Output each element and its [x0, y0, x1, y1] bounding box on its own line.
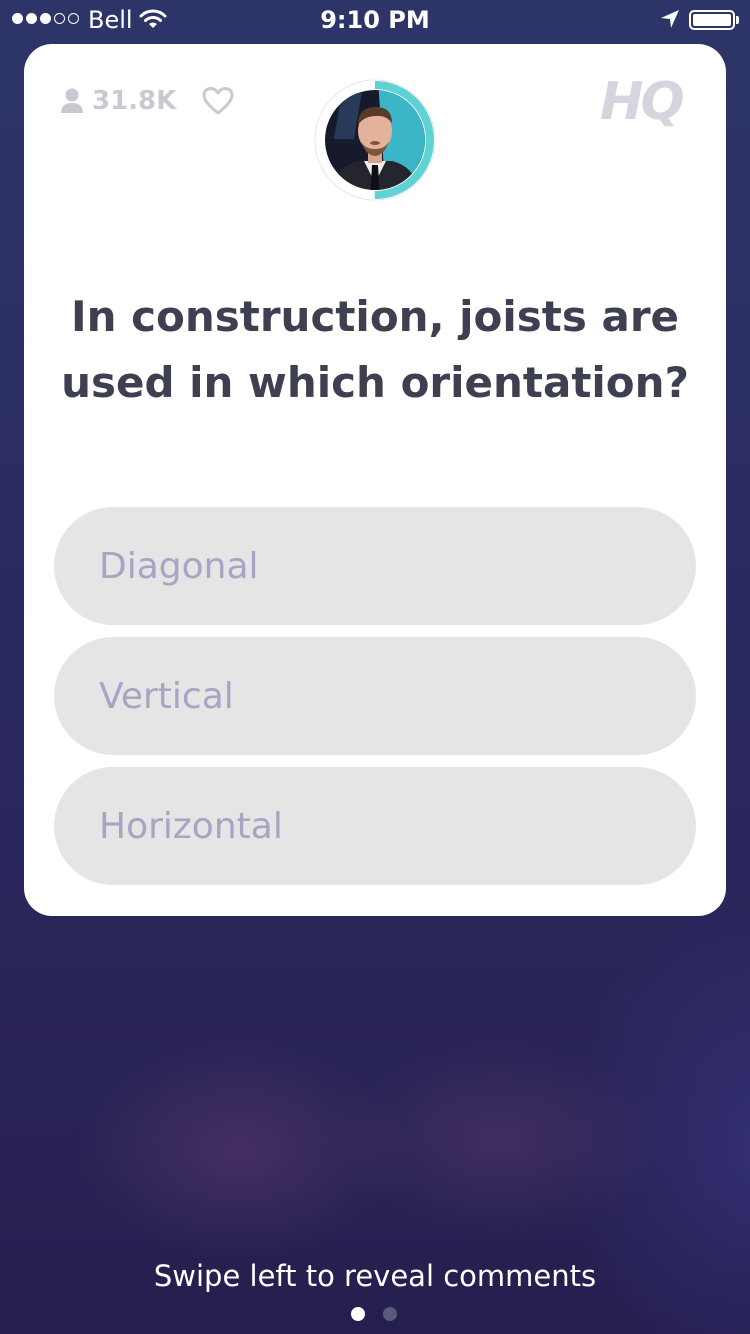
answer-option-vertical[interactable]: Vertical: [54, 637, 696, 755]
answer-option-diagonal[interactable]: Diagonal: [54, 507, 696, 625]
answer-label: Diagonal: [99, 545, 259, 587]
heart-icon[interactable]: [202, 86, 234, 116]
answer-label: Vertical: [99, 675, 234, 717]
answer-label: Horizontal: [99, 805, 283, 847]
status-time: 9:10 PM: [320, 6, 430, 34]
host-avatar: [314, 79, 436, 201]
battery-icon: [689, 10, 735, 30]
location-arrow-icon: [659, 8, 681, 34]
question-card: 31.8K HQ In construction, joists are use…: [24, 44, 726, 916]
answer-option-horizontal[interactable]: Horizontal: [54, 767, 696, 885]
viewer-count: 31.8K: [60, 84, 176, 118]
page-dot-questions[interactable]: [351, 1307, 365, 1321]
viewer-count-label: 31.8K: [92, 86, 177, 116]
question-text: In construction, joists are used in whic…: [61, 292, 689, 407]
page-indicator[interactable]: [351, 1307, 397, 1321]
hq-logo: HQ: [600, 72, 685, 132]
page-dot-comments[interactable]: [383, 1307, 397, 1321]
battery-level: [693, 14, 731, 26]
user-icon: [61, 88, 83, 113]
battery-tip: [736, 16, 739, 24]
status-bar: Bell 9:10 PM: [0, 0, 750, 40]
swipe-hint: Swipe left to reveal comments: [153, 1259, 597, 1293]
